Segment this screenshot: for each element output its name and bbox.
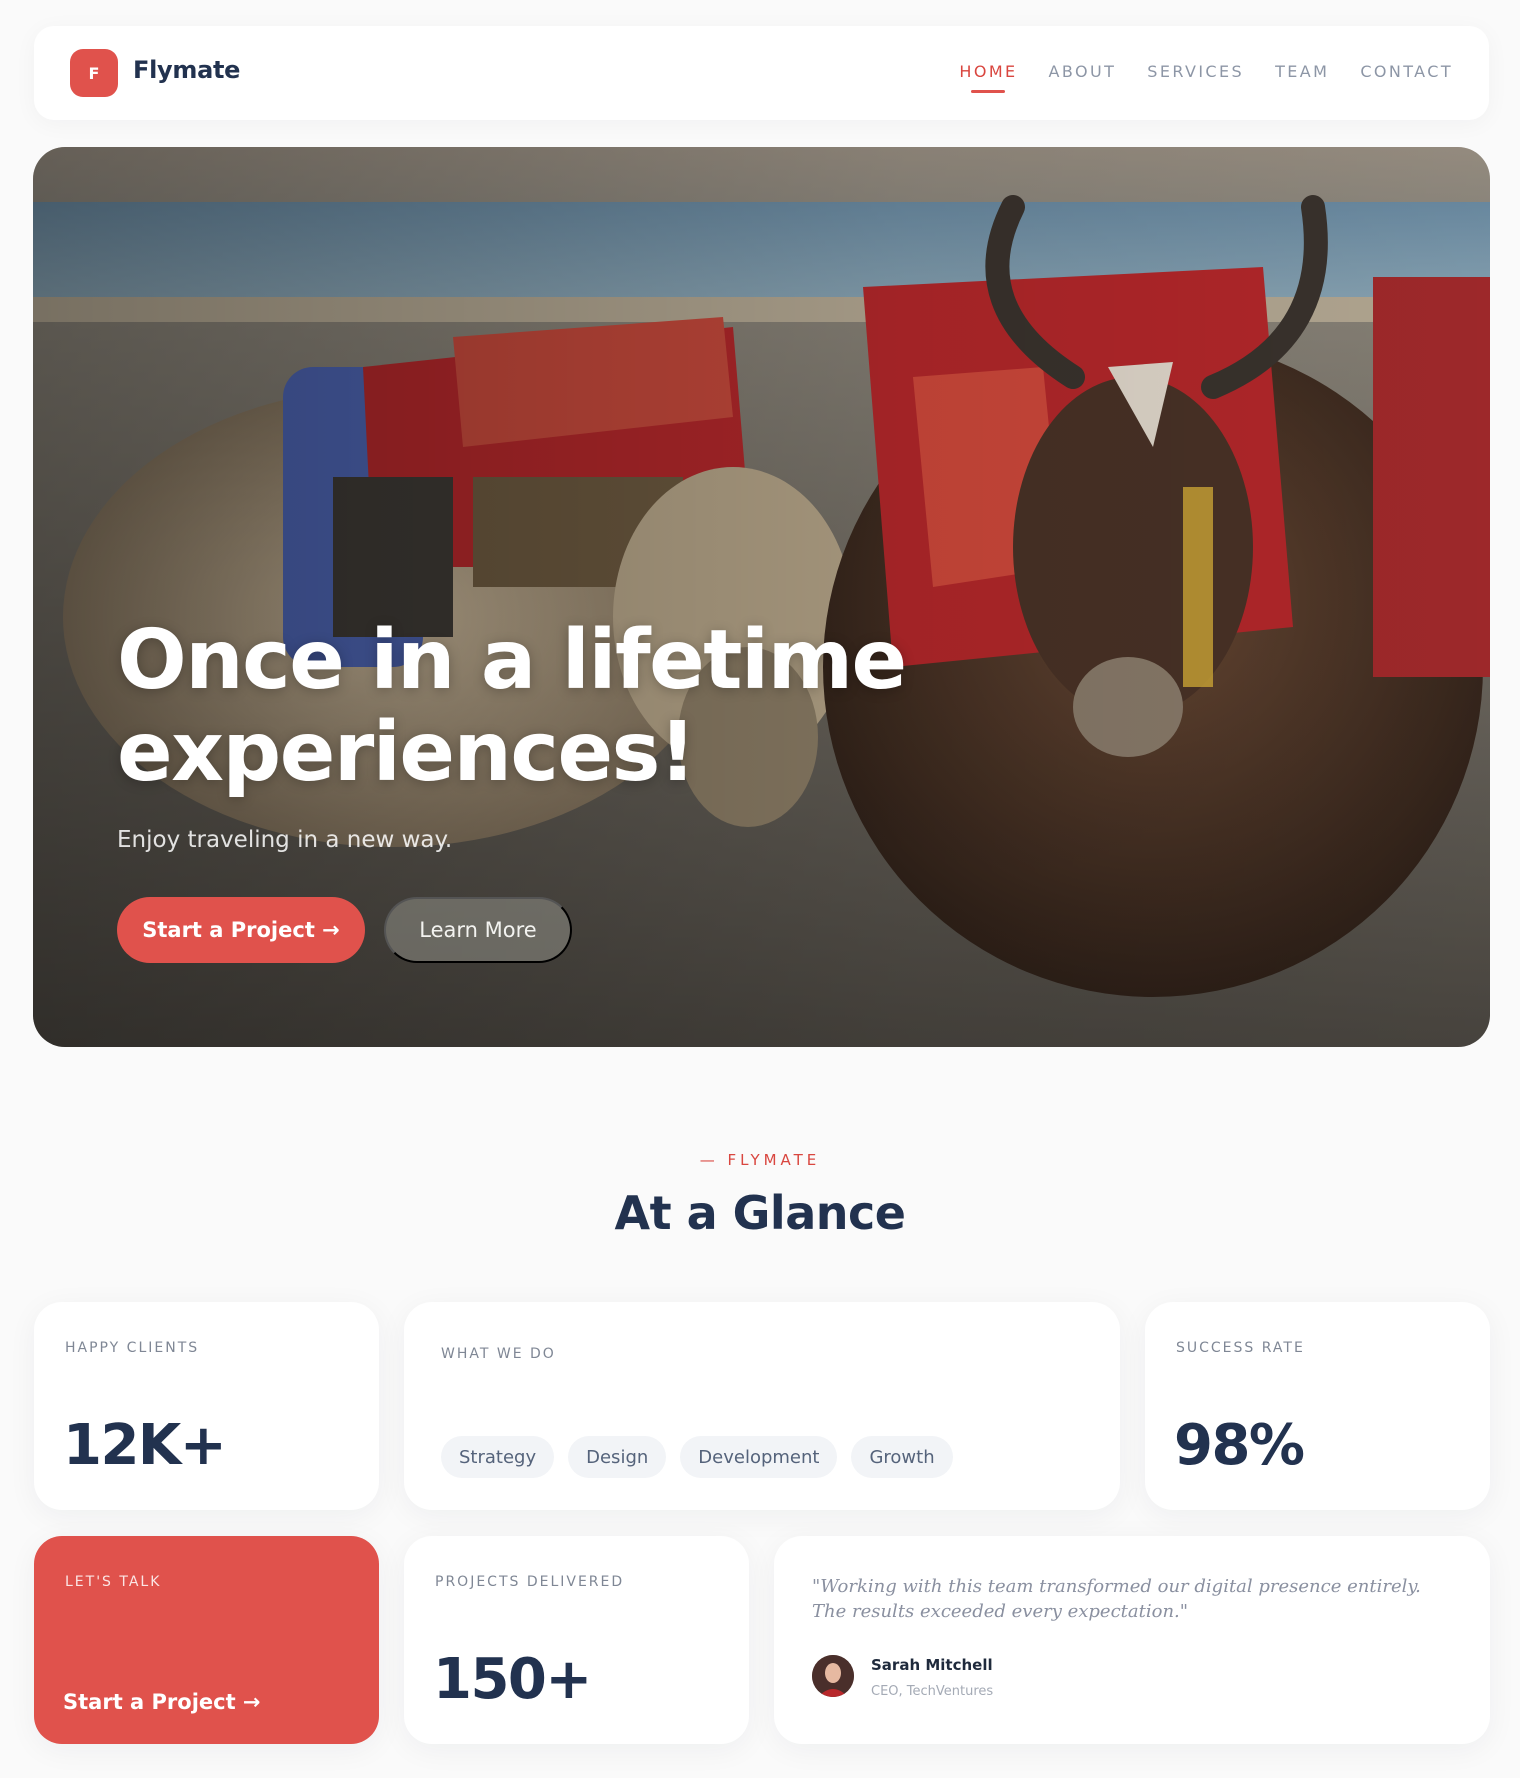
lets-talk-card[interactable]: LET'S TALK Start a Project → [34, 1536, 379, 1744]
lets-talk-start-project-link[interactable]: Start a Project → [63, 1690, 261, 1714]
what-we-do-card: WHAT WE DO Strategy Design Development G… [404, 1302, 1120, 1510]
nav-item-home[interactable]: HOME [959, 62, 1017, 81]
nav-item-contact[interactable]: CONTACT [1360, 62, 1453, 81]
tag-strategy[interactable]: Strategy [441, 1436, 555, 1478]
section-eyebrow: — FLYMATE [699, 1151, 821, 1169]
happy-clients-card: HAPPY CLIENTS 12K+ [34, 1302, 379, 1510]
success-rate-card: SUCCESS RATE 98% [1145, 1302, 1490, 1510]
avatar-icon [812, 1655, 854, 1697]
learn-more-button[interactable]: Learn More [384, 897, 572, 963]
brand-name[interactable]: Flymate [133, 56, 240, 84]
top-navbar: F Flymate HOME ABOUT SERVICES TEAM CONTA… [34, 26, 1489, 120]
tag-design[interactable]: Design [568, 1436, 667, 1478]
projects-delivered-label: PROJECTS DELIVERED [435, 1574, 625, 1590]
avatar [812, 1655, 854, 1697]
tag-development[interactable]: Development [680, 1436, 838, 1478]
hero-section: Once in a lifetime experiences! Enjoy tr… [33, 147, 1490, 1047]
hero-title-line2: experiences! [117, 705, 696, 800]
happy-clients-value: 12K+ [63, 1413, 227, 1478]
success-rate-value: 98% [1174, 1413, 1305, 1478]
success-rate-label: SUCCESS RATE [1176, 1340, 1305, 1356]
logo-icon[interactable]: F [70, 49, 118, 97]
nav-item-team[interactable]: TEAM [1275, 62, 1329, 81]
testimonial-name: Sarah Mitchell [871, 1656, 993, 1674]
what-we-do-label: WHAT WE DO [441, 1346, 556, 1362]
testimonial-role: CEO, TechVentures [871, 1684, 994, 1699]
hero-title-line1: Once in a lifetime [117, 613, 907, 708]
nav-item-about[interactable]: ABOUT [1049, 62, 1117, 81]
tag-growth[interactable]: Growth [851, 1436, 953, 1478]
nav-links: HOME ABOUT SERVICES TEAM CONTACT [959, 62, 1453, 81]
testimonial-quote: "Working with this team transformed our … [812, 1576, 1421, 1622]
section-title: At a Glance [614, 1186, 906, 1240]
testimonial-card: "Working with this team transformed our … [774, 1536, 1490, 1744]
projects-delivered-card: PROJECTS DELIVERED 150+ [404, 1536, 749, 1744]
hero-subtitle: Enjoy traveling in a new way. [117, 827, 453, 853]
hero-title: Once in a lifetime experiences! [117, 615, 1017, 799]
service-tags: Strategy Design Development Growth [441, 1436, 953, 1478]
start-project-button[interactable]: Start a Project → [117, 897, 365, 963]
happy-clients-label: HAPPY CLIENTS [65, 1340, 200, 1356]
projects-delivered-value: 150+ [433, 1647, 592, 1712]
lets-talk-label: LET'S TALK [65, 1574, 162, 1590]
nav-item-services[interactable]: SERVICES [1147, 62, 1244, 81]
